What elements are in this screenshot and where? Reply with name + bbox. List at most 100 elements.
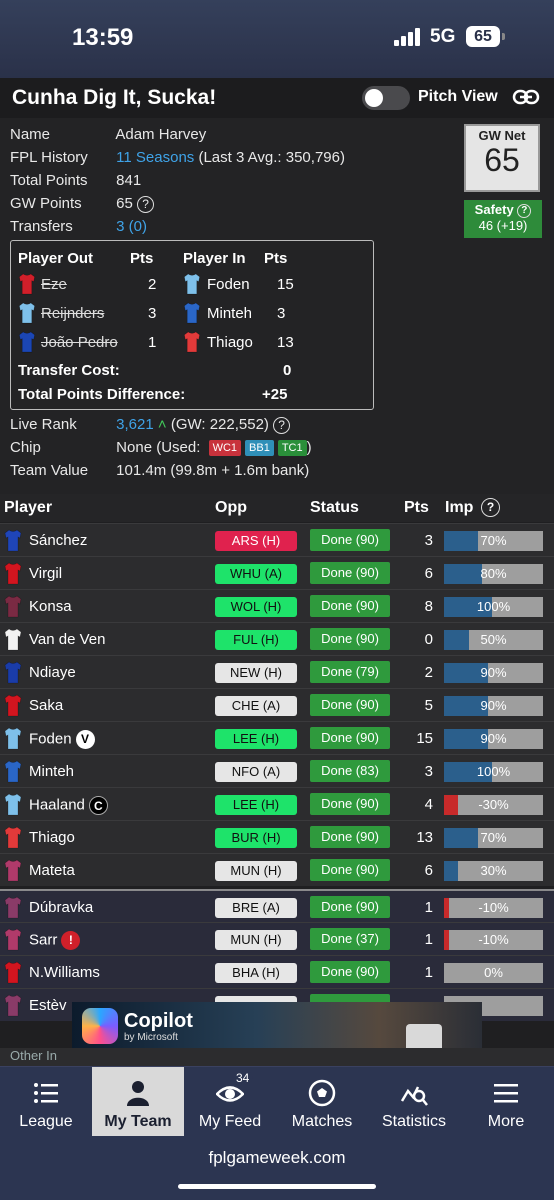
nav-label: My Team [104, 1113, 172, 1130]
player-name[interactable]: Saka [29, 697, 63, 714]
player-name[interactable]: Ndiaye [29, 664, 76, 681]
player-name[interactable]: Sarr [29, 931, 57, 948]
player-row[interactable]: Mateta MUN (H) Done (90) 6 30% [0, 853, 554, 886]
player-points: 3 [424, 532, 433, 549]
impact-bar: 70% [444, 828, 543, 848]
impact-bar: 100% [444, 762, 543, 782]
player-row[interactable]: Dúbravka BRE (A) Done (90) 1 -10% [0, 889, 554, 922]
player-name[interactable]: Estèv [29, 997, 67, 1014]
impact-value: 70% [480, 830, 507, 845]
chip-used-prefix: (Used: [156, 439, 201, 456]
player-row[interactable]: Foden V LEE (H) Done (90) 15 90% [0, 721, 554, 754]
nav-my-team[interactable]: My Team [92, 1067, 184, 1137]
chip-value: None [116, 439, 153, 456]
player-name[interactable]: Konsa [29, 598, 72, 615]
ad-title: Copilot [124, 1010, 193, 1032]
nav-matches[interactable]: Matches [276, 1067, 368, 1137]
browser-url-bar: fplgameweek.com [0, 1136, 554, 1200]
player-out-pts: 2 [148, 276, 157, 293]
info-name-row: Name Adam Harvey [10, 126, 206, 143]
link-icon[interactable] [512, 86, 540, 108]
col-opp[interactable]: Opp [215, 499, 247, 517]
player-row[interactable]: Haaland C LEE (H) Done (90) 4 -30% [0, 787, 554, 820]
player-row[interactable]: Van de Ven FUL (H) Done (90) 0 50% [0, 622, 554, 655]
pitch-view-toggle[interactable] [362, 86, 410, 110]
player-name[interactable]: Thiago [29, 829, 75, 846]
player-row[interactable]: Saka CHE (A) Done (90) 5 90% [0, 688, 554, 721]
info-total-row: Total Points 841 [10, 172, 141, 189]
person-icon [127, 1081, 149, 1106]
kit-icon [184, 331, 200, 353]
kit-icon [4, 826, 22, 849]
player-in-name: Thiago [207, 334, 253, 351]
kit-icon [4, 760, 22, 783]
home-indicator[interactable] [178, 1184, 376, 1189]
opponent-badge: WOL (H) [215, 597, 297, 617]
player-row[interactable]: Thiago BUR (H) Done (90) 13 70% [0, 820, 554, 853]
player-name[interactable]: Dúbravka [29, 899, 93, 916]
kit-icon [4, 928, 22, 951]
url-text[interactable]: fplgameweek.com [0, 1148, 554, 1168]
info-label: Name [10, 126, 51, 143]
seasons-link[interactable]: 11 Seasons [116, 149, 194, 166]
player-out-name: Reijnders [41, 305, 105, 322]
nav-statistics[interactable]: Statistics [368, 1067, 460, 1137]
kit-icon [4, 859, 22, 882]
alert-icon: ! [61, 931, 81, 950]
opponent-badge: MUN (H) [215, 861, 297, 881]
player-name[interactable]: Sánchez [29, 532, 87, 549]
player-out-pts: 3 [148, 305, 157, 322]
player-name[interactable]: N.Williams [29, 964, 100, 981]
help-icon[interactable]: ? [273, 416, 291, 434]
safety-value: 46 (+19) [478, 217, 528, 233]
player-name[interactable]: Virgil [29, 565, 62, 582]
help-icon[interactable]: ? [137, 195, 155, 213]
player-name[interactable]: Minteh [29, 763, 74, 780]
kit-icon [4, 727, 22, 750]
player-row[interactable]: Sarr! MUN (H) Done (37) 1 -10% [0, 922, 554, 955]
col-player[interactable]: Player [4, 499, 52, 517]
col-pts[interactable]: Pts [404, 499, 429, 517]
chip-badge: WC1 [208, 440, 242, 457]
info-gw-row: GW Points 65 ? [10, 195, 155, 213]
player-row[interactable]: Sánchez ARS (H) Done (90) 3 70% [0, 523, 554, 556]
safety-card[interactable]: Safety ? 46 (+19) [464, 200, 542, 238]
help-icon[interactable]: ? [481, 498, 500, 517]
ad-subtitle: by Microsoft [124, 1032, 178, 1043]
player-name[interactable]: Mateta [29, 862, 75, 879]
opponent-badge: BRE (A) [215, 898, 297, 918]
menu-icon [494, 1084, 518, 1103]
player-name[interactable]: Van de Ven [29, 631, 105, 648]
nav-label: Statistics [381, 1113, 446, 1130]
transfers-link[interactable]: 3 (0) [116, 218, 147, 235]
safety-title: Safety [474, 202, 514, 217]
captain-badge: C [88, 796, 108, 815]
player-row[interactable]: Virgil WHU (A) Done (90) 6 80% [0, 556, 554, 589]
kit-icon [184, 273, 200, 295]
opponent-badge: BUR (H) [215, 828, 297, 848]
gw-net-value: 65 [484, 142, 520, 178]
info-label: Team Value [10, 462, 89, 479]
player-in-name: Foden [207, 276, 250, 293]
player-row[interactable]: N.Williams BHA (H) Done (90) 1 0% [0, 955, 554, 988]
player-points: 8 [424, 598, 433, 615]
help-icon[interactable]: ? [517, 203, 532, 218]
impact-bar: 0% [444, 963, 543, 983]
football-icon [308, 1079, 336, 1107]
nav-more[interactable]: More [460, 1067, 552, 1137]
nav-my-feed[interactable]: 34 My Feed [184, 1067, 276, 1137]
kit-icon [184, 302, 200, 324]
player-row[interactable]: Minteh NFO (A) Done (83) 3 100% [0, 754, 554, 787]
col-imp[interactable]: Imp [445, 499, 473, 517]
kit-icon [4, 793, 22, 816]
player-name[interactable]: Haaland [29, 796, 85, 813]
col-status[interactable]: Status [310, 499, 359, 517]
kit-icon [19, 302, 35, 324]
player-row[interactable]: Ndiaye NEW (H) Done (79) 2 90% [0, 655, 554, 688]
nav-league[interactable]: League [0, 1067, 92, 1137]
player-name[interactable]: Foden [29, 730, 72, 747]
status-badge: Done (90) [310, 826, 390, 848]
signal-icon [394, 28, 422, 46]
player-row[interactable]: Konsa WOL (H) Done (90) 8 100% [0, 589, 554, 622]
opponent-badge: LEE (H) [215, 795, 297, 815]
